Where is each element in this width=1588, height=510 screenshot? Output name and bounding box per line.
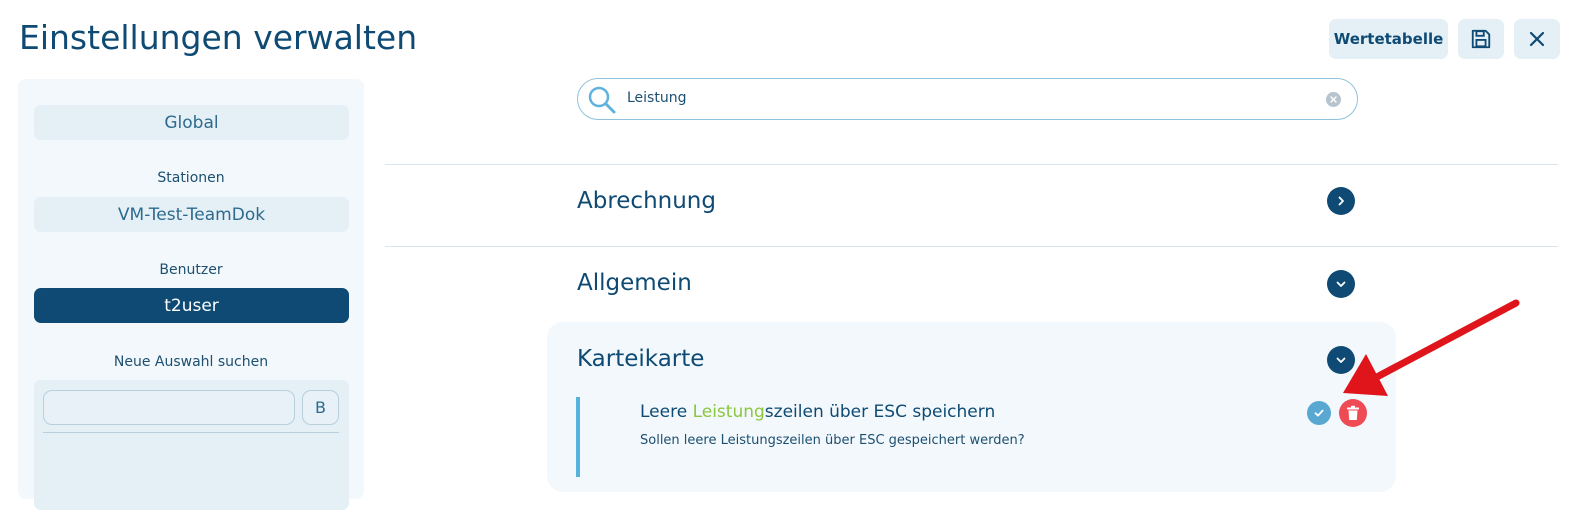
benutzer-selector[interactable]: t2user <box>34 288 349 323</box>
page-title: Einstellungen verwalten <box>19 18 418 57</box>
setting-active-toggle[interactable] <box>1307 401 1331 425</box>
global-selector[interactable]: Global <box>34 105 349 140</box>
benutzer-heading: Benutzer <box>159 262 223 278</box>
neue-auswahl-panel: B <box>34 380 349 510</box>
stationen-heading: Stationen <box>157 170 225 186</box>
setting-description: Sollen leere Leistungszeilen über ESC ge… <box>640 433 1025 448</box>
section-title-allgemein[interactable]: Allgemein <box>577 270 692 296</box>
search-icon <box>588 86 616 114</box>
clear-icon[interactable] <box>1326 92 1341 107</box>
neue-auswahl-heading: Neue Auswahl suchen <box>113 354 269 370</box>
station-selector[interactable]: VM-Test-TeamDok <box>34 197 349 232</box>
chevron-down-icon <box>1336 281 1346 287</box>
save-button[interactable] <box>1458 19 1504 59</box>
sidebar: Global Stationen VM-Test-TeamDok Benutze… <box>18 79 364 510</box>
search-input[interactable]: Leistung <box>627 90 686 106</box>
setting-title: Leere Leistungszeilen über ESC speichern <box>640 402 995 422</box>
trash-icon <box>1347 405 1359 420</box>
delete-setting-button[interactable] <box>1339 399 1367 427</box>
expand-allgemein-button[interactable] <box>1327 270 1355 298</box>
settings-search[interactable]: Leistung <box>577 78 1358 120</box>
section-title-abrechnung[interactable]: Abrechnung <box>577 188 716 214</box>
neue-auswahl-input[interactable] <box>43 390 295 425</box>
chevron-down-icon <box>1336 357 1346 363</box>
wertetabelle-button[interactable]: Wertetabelle <box>1329 19 1448 59</box>
chevron-right-icon <box>1338 196 1344 206</box>
expand-karteikarte-button[interactable] <box>1327 346 1355 374</box>
setting-accent-bar <box>576 397 580 477</box>
setting-title-suffix: szeilen über ESC speichern <box>764 402 996 422</box>
b-button[interactable]: B <box>302 390 339 425</box>
section-title-karteikarte[interactable]: Karteikarte <box>577 346 704 372</box>
check-icon <box>1314 409 1324 417</box>
search-highlight: Leistung <box>692 402 765 422</box>
expand-abrechnung-button[interactable] <box>1327 187 1355 215</box>
divider <box>43 432 339 433</box>
divider <box>385 246 1558 247</box>
save-icon <box>1471 29 1491 49</box>
divider <box>385 164 1558 165</box>
setting-title-prefix: Leere <box>640 402 693 422</box>
close-icon <box>1529 31 1545 47</box>
close-button[interactable] <box>1514 19 1560 59</box>
